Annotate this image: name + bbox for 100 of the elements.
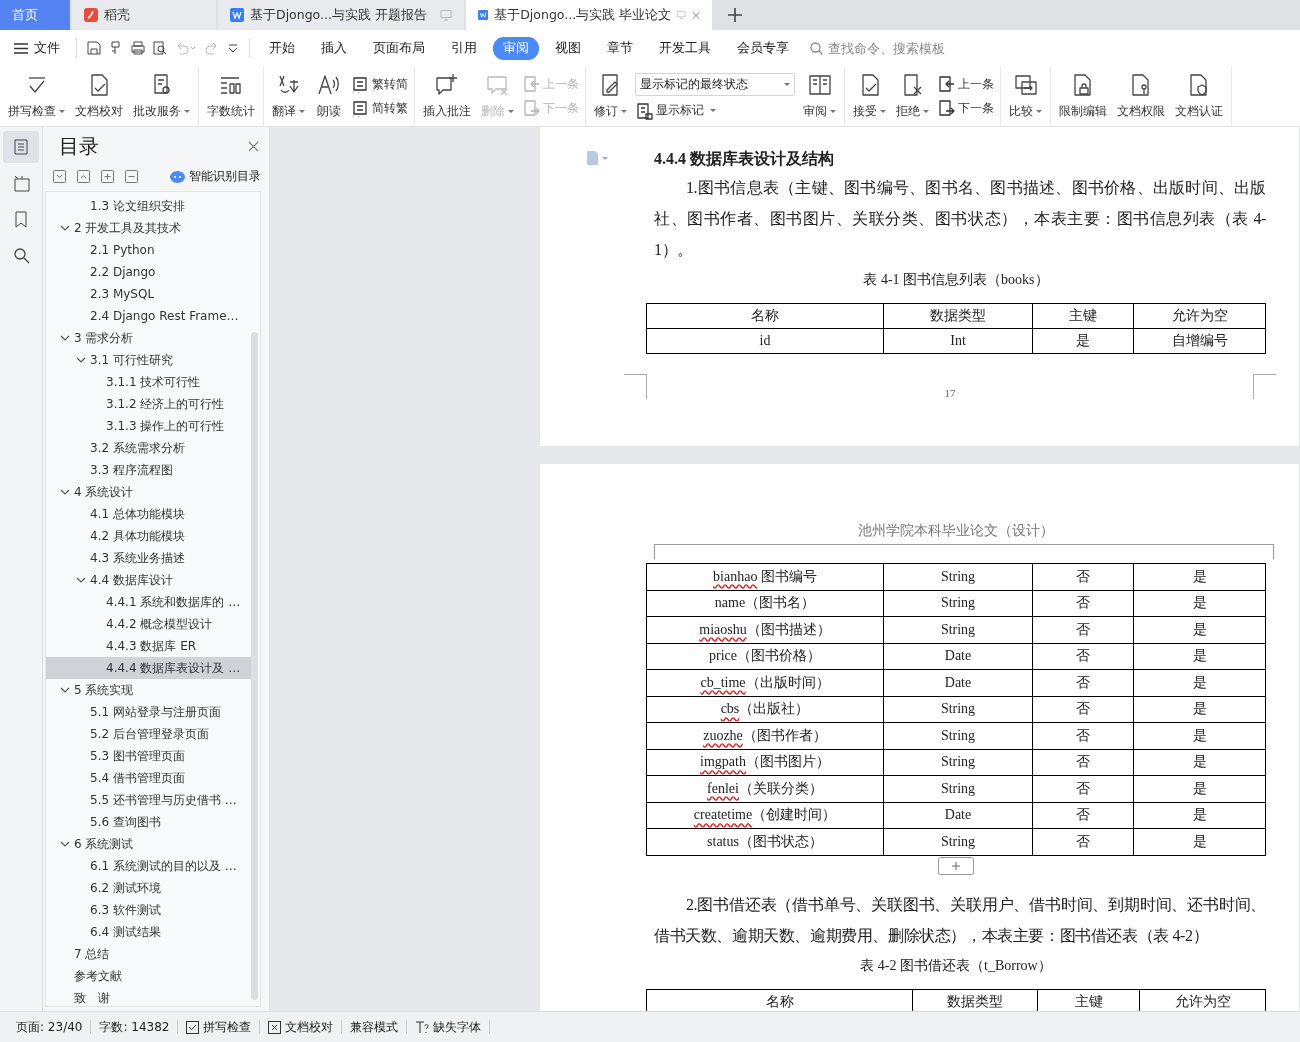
toc-item[interactable]: 3.3 程序流程图 xyxy=(46,459,251,481)
toc-item[interactable]: 6.4 测试结果 xyxy=(46,921,251,943)
toolbar-button[interactable]: 限制编辑 xyxy=(1057,70,1109,122)
toc-item[interactable]: 参考文献 xyxy=(46,965,251,987)
toolbar-button[interactable]: 朗读 xyxy=(313,70,345,122)
toc-item[interactable]: 4.4.1 系统和数据库的 … xyxy=(46,591,251,613)
toc-item[interactable]: 4 系统设计 xyxy=(46,481,251,503)
chevron-icon[interactable] xyxy=(60,839,70,849)
toolbar-button[interactable]: 拒绝 xyxy=(894,70,931,122)
toc-item[interactable]: 5.2 后台管理登录页面 xyxy=(46,723,251,745)
toc-item[interactable]: 1.3 论文组织安排 xyxy=(46,195,251,217)
toolbar-button[interactable]: 字数统计 xyxy=(205,70,257,122)
toc-item[interactable]: 3.1 可行性研究 xyxy=(46,349,251,371)
table-cell: 是 xyxy=(1133,696,1266,723)
toolbar-button[interactable]: 文档校对 xyxy=(73,70,125,122)
toolbar-button[interactable]: 简转繁 xyxy=(351,99,408,117)
caret-icon xyxy=(830,110,836,113)
toc-item[interactable]: 6.3 软件测试 xyxy=(46,899,251,921)
toc-item[interactable]: 3.1.2 经济上的可行性 xyxy=(46,393,251,415)
document-tab[interactable]: 首页 xyxy=(0,0,70,30)
toc-item[interactable]: 4.4 数据库设计 xyxy=(46,569,251,591)
ribbon-tab[interactable]: 引用 xyxy=(441,36,487,60)
toolbar-button[interactable]: 文档认证 xyxy=(1173,70,1225,122)
toc-item[interactable]: 2.4 Django Rest Frame… xyxy=(46,305,251,327)
outline-icon[interactable] xyxy=(3,131,39,163)
toc-item[interactable]: 2.2 Django xyxy=(46,261,251,283)
print-icon[interactable] xyxy=(131,41,145,55)
toc-item[interactable]: 5.5 还书管理与历史借书 … xyxy=(46,789,251,811)
toolbar-button[interactable]: 插入批注 xyxy=(421,70,473,122)
toolbar-button[interactable]: 繁转简 xyxy=(351,75,408,93)
ribbon-tab[interactable]: 页面布局 xyxy=(363,36,435,60)
status-button[interactable]: 文档校对 xyxy=(260,1018,342,1036)
toc-item[interactable]: 4.1 总体功能模块 xyxy=(46,503,251,525)
toc-item[interactable]: 5.4 借书管理页面 xyxy=(46,767,251,789)
toc-item[interactable]: 4.4.3 数据库 ER xyxy=(46,635,251,657)
chevron-icon[interactable] xyxy=(76,355,86,365)
ribbon-tab[interactable]: 会员专享 xyxy=(727,36,799,60)
panel-title: 目录 xyxy=(59,133,99,160)
toolbar-button[interactable]: 显示标记 xyxy=(635,101,795,120)
toc-item[interactable]: 4.4.2 概念模型设计 xyxy=(46,613,251,635)
ribbon-tab[interactable]: 开始 xyxy=(259,36,305,60)
ribbon-tab[interactable]: 章节 xyxy=(597,36,643,60)
chevron-icon[interactable] xyxy=(60,333,70,343)
toc-item[interactable]: 6.2 测试环境 xyxy=(46,877,251,899)
toc-item[interactable]: 5.6 查询图书 xyxy=(46,811,251,833)
ribbon-tab[interactable]: 开发工具 xyxy=(649,36,721,60)
expand-up-icon[interactable] xyxy=(77,170,90,183)
scrollbar-thumb[interactable] xyxy=(251,332,258,1000)
toc-item[interactable]: 4.3 系统业务描述 xyxy=(46,547,251,569)
toolbar-button[interactable]: 下一条 xyxy=(937,99,994,117)
toc-item[interactable]: 5 系统实现 xyxy=(46,679,251,701)
remove-icon[interactable] xyxy=(125,170,138,183)
toc-item[interactable]: 5.3 图书管理页面 xyxy=(46,745,251,767)
toolbar-button[interactable]: 比较 xyxy=(1007,70,1044,122)
chevron-icon[interactable] xyxy=(76,575,86,585)
more-caret-icon[interactable] xyxy=(227,41,239,55)
toc-item[interactable]: 3.1.1 技术可行性 xyxy=(46,371,251,393)
toc-item[interactable]: 7 总结 xyxy=(46,943,251,965)
toolbar-button[interactable]: 翻译 xyxy=(270,70,307,122)
toc-item[interactable]: 6 系统测试 xyxy=(46,833,251,855)
toc-item[interactable]: 3 需求分析 xyxy=(46,327,251,349)
toolbar-button[interactable]: 拼写检查 xyxy=(6,70,67,122)
markup-display-dropdown[interactable]: 显示标记的最终状态 xyxy=(635,72,795,96)
toc-item[interactable]: 4.2 具体功能模块 xyxy=(46,525,251,547)
toolbar-button[interactable]: 接受 xyxy=(851,70,888,122)
toc-item[interactable]: 2 开发工具及其技术 xyxy=(46,217,251,239)
file-menu-button[interactable]: 文件 xyxy=(14,39,60,57)
toc-item[interactable]: 2.1 Python xyxy=(46,239,251,261)
print-preview-icon[interactable] xyxy=(153,41,167,55)
chevron-icon[interactable] xyxy=(60,487,70,497)
toolbar-button[interactable]: 审阅 xyxy=(801,70,838,122)
smart-toc-button[interactable]: 智能识别目录 xyxy=(170,168,261,185)
toolbar-button[interactable]: 文档权限 xyxy=(1115,70,1167,122)
status-button[interactable]: 缺失字体 xyxy=(407,1018,490,1036)
add-icon[interactable] xyxy=(101,170,114,183)
toc-item[interactable]: 5.1 网站登录与注册页面 xyxy=(46,701,251,723)
ribbon-tab[interactable]: 视图 xyxy=(545,36,591,60)
ribbon-tab[interactable]: 插入 xyxy=(311,36,357,60)
toolbar-button[interactable]: 修订 xyxy=(592,70,629,122)
chevron-icon[interactable] xyxy=(60,223,70,233)
command-search-field[interactable]: 查找命令、搜索模板 xyxy=(810,39,970,57)
toc-item[interactable]: 2.3 MySQL xyxy=(46,283,251,305)
add-row-icon[interactable] xyxy=(938,856,974,875)
toc-item[interactable]: 3.1.3 操作上的可行性 xyxy=(46,415,251,437)
toolbar-button[interactable]: 批改服务 xyxy=(131,70,192,122)
close-icon[interactable] xyxy=(248,141,259,152)
document-tab[interactable]: 稻壳 xyxy=(72,0,216,30)
new-tab-icon[interactable] xyxy=(728,8,742,22)
toc-item[interactable]: 3.2 系统需求分析 xyxy=(46,437,251,459)
collapse-all-icon[interactable] xyxy=(53,170,66,183)
format-painter-icon[interactable] xyxy=(109,41,123,55)
toc-item[interactable]: 4.4.4 数据库表设计及 … xyxy=(46,657,251,679)
toc-item[interactable]: 致 谢 xyxy=(46,987,251,1006)
caret-icon xyxy=(880,110,886,113)
document-tab[interactable]: 基于Djongo...与实践 开题报告 xyxy=(218,0,464,30)
toolbar-button[interactable]: 上一条 xyxy=(937,75,994,93)
chevron-icon[interactable] xyxy=(60,685,70,695)
save-icon[interactable] xyxy=(87,41,101,55)
toc-item[interactable]: 6.1 系统测试的目的以及 … xyxy=(46,855,251,877)
status-button[interactable]: 拼写检查 xyxy=(178,1018,260,1036)
